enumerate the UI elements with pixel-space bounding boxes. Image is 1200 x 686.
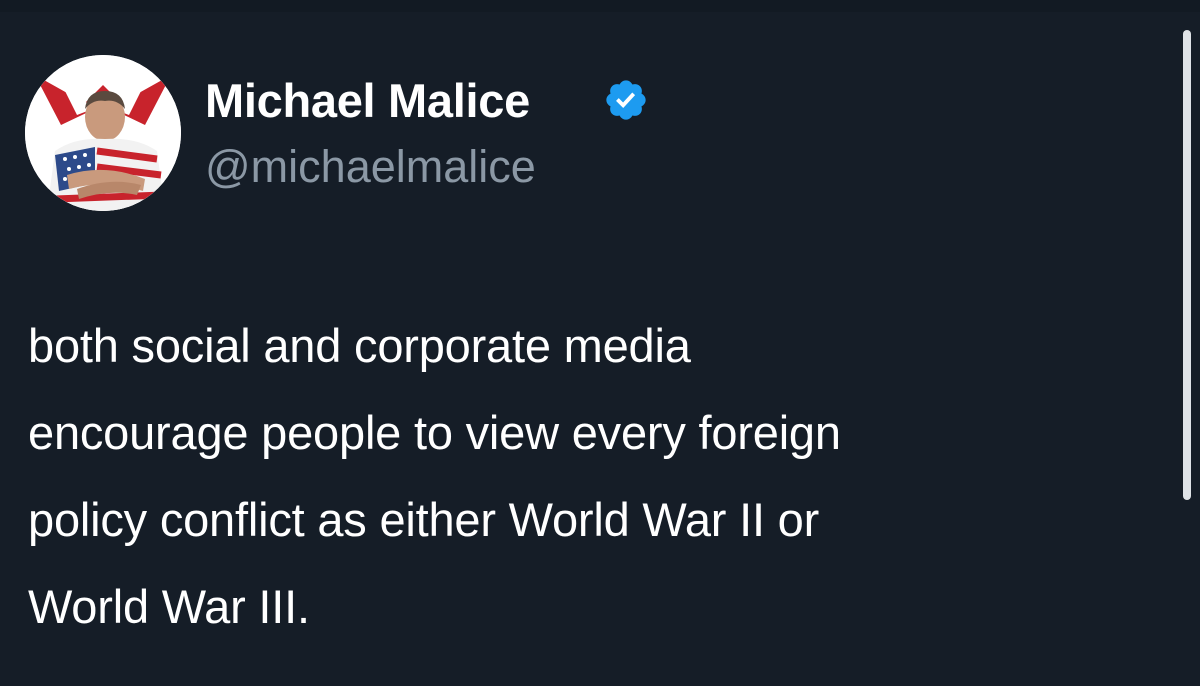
scrollbar-thumb[interactable] <box>1183 30 1191 500</box>
author-display-name[interactable]: Michael Malice <box>205 73 530 129</box>
tweet-text: both social and corporate media encourag… <box>28 319 841 633</box>
scrollbar[interactable] <box>1180 30 1194 500</box>
avatar-photo-icon <box>25 55 181 211</box>
verified-badge-icon <box>606 80 646 120</box>
author-avatar[interactable] <box>25 55 181 211</box>
tweet-card: Michael Malice @michaelmalice both socia… <box>0 0 1160 686</box>
author-handle[interactable]: @michaelmalice <box>205 139 536 195</box>
